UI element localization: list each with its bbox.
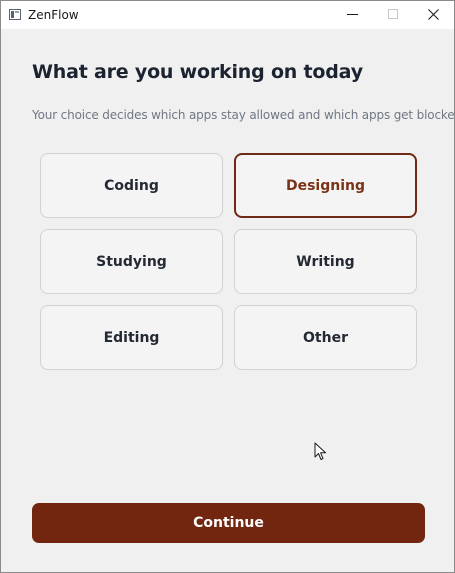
option-editing[interactable]: Editing	[40, 305, 223, 370]
minimize-button[interactable]	[331, 1, 375, 29]
app-window-icon	[9, 9, 21, 20]
option-designing[interactable]: Designing	[234, 153, 417, 218]
option-writing[interactable]: Writing	[234, 229, 417, 294]
mouse-cursor-icon	[314, 442, 326, 460]
close-icon	[428, 9, 439, 20]
page-subtitle: Your choice decides which apps stay allo…	[32, 108, 455, 122]
close-button[interactable]	[411, 1, 455, 29]
maximize-button[interactable]	[371, 1, 415, 29]
maximize-icon	[388, 9, 398, 19]
window-title: ZenFlow	[28, 8, 79, 22]
page-title: What are you working on today	[32, 61, 363, 83]
title-bar: ZenFlow	[1, 1, 454, 29]
option-other[interactable]: Other	[234, 305, 417, 370]
app-window: ZenFlow What are you working on today Yo…	[0, 0, 455, 573]
minimize-icon	[347, 14, 358, 15]
option-studying[interactable]: Studying	[40, 229, 223, 294]
option-coding[interactable]: Coding	[40, 153, 223, 218]
continue-button[interactable]: Continue	[32, 503, 425, 543]
